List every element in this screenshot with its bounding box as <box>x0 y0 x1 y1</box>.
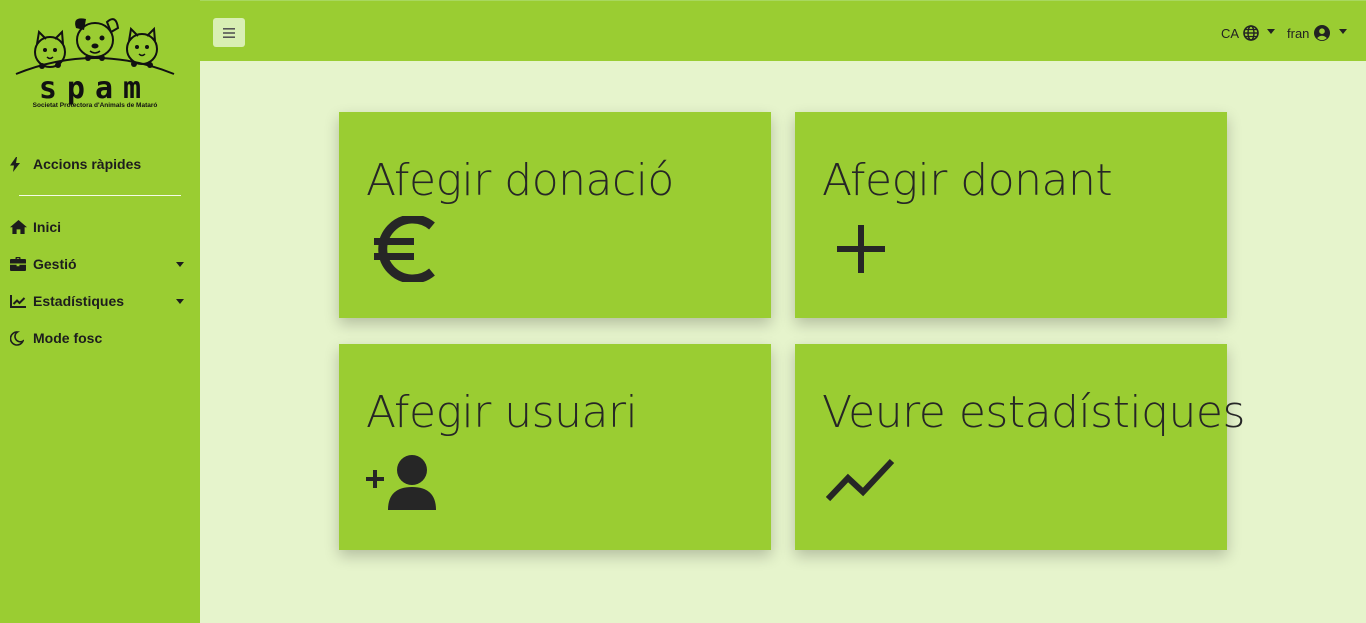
logo-brand-text: spam <box>38 71 152 106</box>
card-afegir-donant[interactable]: Afegir donant <box>795 112 1227 318</box>
bolt-icon <box>10 156 28 172</box>
gestio-chevron-down-icon[interactable] <box>176 262 184 267</box>
estadistiques-chevron-down-icon[interactable] <box>176 299 184 304</box>
card-veure-estadistiques[interactable]: Veure estadístiques <box>795 344 1245 550</box>
card-title: Afegir donant <box>822 155 1113 206</box>
trend-line-icon <box>826 458 895 502</box>
card-title: Veure estadístiques <box>822 387 1245 438</box>
card-afegir-usuari[interactable]: Afegir usuari <box>339 344 771 550</box>
sidebar-item-inici[interactable]: Inici <box>10 215 61 239</box>
user-name[interactable]: fran <box>1287 26 1309 42</box>
home-icon <box>10 219 28 235</box>
sidebar-item-label: Mode fosc <box>33 330 103 346</box>
hamburger-icon <box>223 27 235 38</box>
language-label[interactable]: CA <box>1221 26 1239 42</box>
sidebar-item-label: Estadístiques <box>33 293 125 309</box>
quick-actions-label: Accions ràpides <box>33 156 142 172</box>
sidebar-item-label: Inici <box>33 219 62 235</box>
logo-subtitle: Societat Protectora d'Animals de Mataró <box>32 102 158 109</box>
top-navbar: CA fran <box>200 0 1366 61</box>
moon-icon <box>10 330 28 346</box>
card-afegir-donacio[interactable]: Afegir donació <box>339 112 771 318</box>
quick-actions-heading: Accions ràpides <box>10 152 141 176</box>
card-title: Afegir donació <box>366 155 674 206</box>
euro-icon <box>374 216 435 282</box>
globe-icon[interactable] <box>1243 25 1259 41</box>
user-dropdown-caret-icon[interactable] <box>1339 29 1347 34</box>
briefcase-icon <box>10 256 28 272</box>
sidebar-item-gestio[interactable]: Gestió <box>10 252 77 276</box>
logo[interactable]: spam Societat Protectora d'Animals de Ma… <box>12 12 178 116</box>
user-plus-icon <box>366 455 436 510</box>
plus-icon <box>837 225 885 273</box>
sidebar-toggle-button[interactable] <box>213 18 245 47</box>
card-title: Afegir usuari <box>366 387 638 438</box>
sidebar-item-estadistiques[interactable]: Estadístiques <box>10 289 124 313</box>
sidebar-divider <box>19 195 181 196</box>
sidebar: spam Societat Protectora d'Animals de Ma… <box>0 0 200 623</box>
user-circle-icon[interactable] <box>1314 25 1330 41</box>
language-dropdown-caret-icon[interactable] <box>1267 29 1275 34</box>
sidebar-item-mode-fosc[interactable]: Mode fosc <box>10 326 102 350</box>
chart-line-icon <box>10 293 28 309</box>
sidebar-item-label: Gestió <box>33 256 77 272</box>
